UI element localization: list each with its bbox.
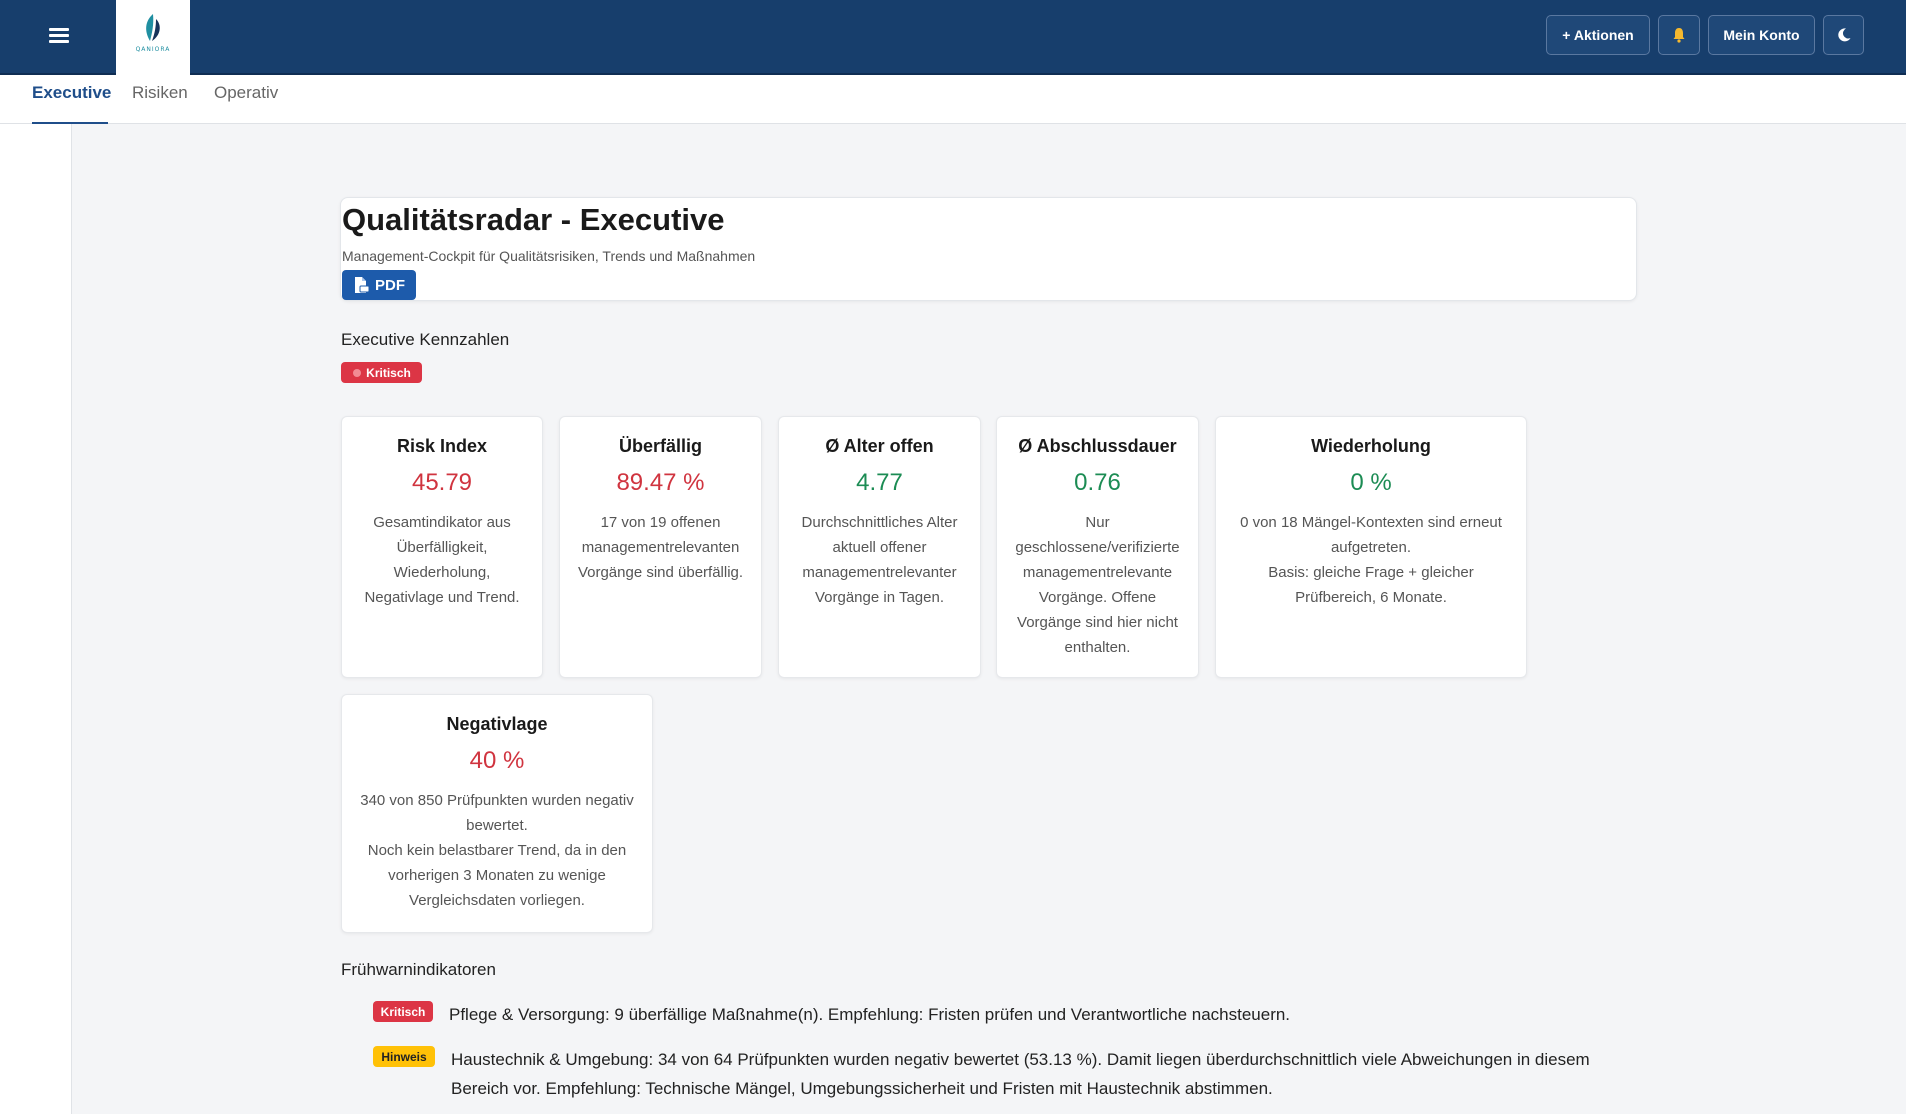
kpi-card-risk-index: Risk Index 45.79 Gesamtindikator aus Übe… — [341, 416, 543, 678]
kpi-description: Durchschnittliches Alter aktuell offener… — [801, 514, 958, 606]
kpi-value: 89.47 % — [616, 469, 705, 496]
alert-dot-icon — [353, 368, 362, 377]
kpi-value: 0 % — [1350, 469, 1392, 496]
pdf-button-label: PDF — [375, 276, 405, 294]
pdf-export-button[interactable]: PDF — [342, 270, 416, 300]
kpi-description: Gesamtindikator aus Überfälligkeit, Wied… — [364, 514, 520, 606]
warning-text: Haustechnik & Umgebung: 34 von 64 Prüfpu… — [451, 1050, 1590, 1098]
kpi-title: Überfällig — [618, 436, 702, 456]
leaf-logo-icon — [146, 14, 160, 41]
warning-badge-critical: Kritisch — [373, 1001, 433, 1022]
kpi-status-badge: Kritisch — [341, 362, 422, 383]
kpi-status-badge-label: Kritisch — [366, 365, 411, 380]
bell-icon — [1673, 28, 1685, 43]
actions-button-label: + Aktionen — [1562, 27, 1634, 43]
tab-operativ[interactable]: Operativ — [214, 83, 278, 103]
kpi-title: Risk Index — [396, 436, 488, 456]
kpi-value: 45.79 — [411, 469, 473, 496]
tab-risiken[interactable]: Risiken — [132, 83, 188, 103]
kpi-card-abschlussdauer: Ø Abschlussdauer 0.76 Nur geschlossene/v… — [996, 416, 1199, 678]
sidebar — [0, 124, 72, 1114]
kpi-description-basis: Basis: gleiche Frage + gleicher Prüfbere… — [1268, 564, 1474, 606]
dark-mode-toggle[interactable] — [1823, 15, 1864, 55]
page-subtitle: Management-Cockpit für Qualitätsrisiken,… — [342, 248, 756, 264]
file-pdf-icon — [355, 277, 369, 293]
tab-executive[interactable]: Executive — [32, 83, 111, 103]
kpi-title: Ø Alter offen — [825, 436, 934, 456]
kpi-value: 0.76 — [1074, 469, 1121, 496]
kpi-description: 0 von 18 Mängel-Kontexten sind erneut au… — [1240, 514, 1502, 556]
kpi-value: 4.77 — [856, 469, 903, 496]
kpi-description-trend: Noch kein belastbarer Trend, da in den v… — [367, 842, 627, 909]
kpi-card-alter-offen: Ø Alter offen 4.77 Durchschnittliches Al… — [778, 416, 981, 678]
warnings-section-title: Frühwarnindikatoren — [341, 960, 496, 979]
tab-bar: Executive Risiken Operativ — [0, 75, 1906, 124]
warning-badge-hint: Hinweis — [373, 1046, 435, 1067]
top-navbar: QANIORA + Aktionen Mein Konto — [0, 0, 1906, 75]
kpi-card-negativlage: Negativlage 40 % 340 von 850 Prüfpunkten… — [341, 694, 653, 933]
kpi-description: 17 von 19 offenen managementrelevanten V… — [577, 514, 744, 581]
page-header-card: Qualitätsradar - Executive Management-Co… — [340, 197, 1637, 301]
notifications-button[interactable] — [1658, 15, 1700, 55]
warning-text: Pflege & Versorgung: 9 überfällige Maßna… — [449, 1005, 1291, 1024]
kpi-description: Nur geschlossene/verifizierte management… — [1015, 514, 1180, 656]
page-title: Qualitätsradar - Executive — [342, 202, 725, 237]
kpi-title: Wiederholung — [1311, 436, 1431, 456]
moon-icon — [1837, 28, 1850, 42]
app-logo[interactable]: QANIORA — [116, 0, 190, 75]
kpi-description: 340 von 850 Prüfpunkten wurden negativ b… — [360, 792, 634, 834]
kpi-card-ueberfaellig: Überfällig 89.47 % 17 von 19 offenen man… — [559, 416, 762, 678]
kpi-section-title: Executive Kennzahlen — [341, 330, 510, 349]
actions-button[interactable]: + Aktionen — [1546, 15, 1650, 55]
my-account-label: Mein Konto — [1723, 27, 1800, 43]
kpi-value: 40 % — [469, 747, 525, 774]
kpi-title: Negativlage — [446, 714, 548, 734]
kpi-card-wiederholung: Wiederholung 0 % 0 von 18 Mängel-Kontext… — [1215, 416, 1527, 678]
my-account-button[interactable]: Mein Konto — [1708, 15, 1815, 55]
logo-wordmark: QANIORA — [135, 46, 171, 53]
hamburger-menu-icon[interactable] — [49, 26, 71, 44]
kpi-title: Ø Abschlussdauer — [1018, 436, 1177, 456]
